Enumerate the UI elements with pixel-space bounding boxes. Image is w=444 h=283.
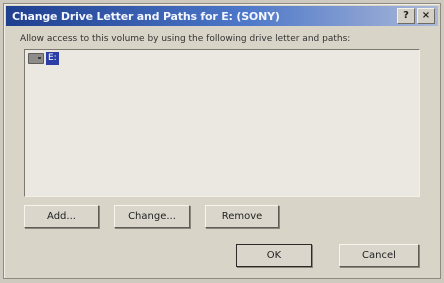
change-drive-letter-dialog: Change Drive Letter and Paths for E: (SO… xyxy=(3,3,441,279)
window-title: Change Drive Letter and Paths for E: (SO… xyxy=(12,9,280,23)
instruction-text: Allow access to this volume by using the… xyxy=(20,34,351,44)
title-bar[interactable]: Change Drive Letter and Paths for E: (SO… xyxy=(6,6,438,26)
list-item-label: E: xyxy=(46,52,59,65)
drive-paths-list[interactable]: E: xyxy=(24,49,420,197)
help-button[interactable]: ? xyxy=(397,8,415,24)
add-button[interactable]: Add... xyxy=(24,205,99,228)
ok-button[interactable]: OK xyxy=(236,244,312,267)
list-item[interactable]: E: xyxy=(28,52,59,65)
close-button[interactable]: × xyxy=(417,8,435,24)
change-button[interactable]: Change... xyxy=(114,205,190,228)
remove-button[interactable]: Remove xyxy=(205,205,279,228)
cancel-button[interactable]: Cancel xyxy=(339,244,419,267)
title-bar-buttons: ? × xyxy=(397,8,435,24)
drive-icon xyxy=(28,53,44,64)
